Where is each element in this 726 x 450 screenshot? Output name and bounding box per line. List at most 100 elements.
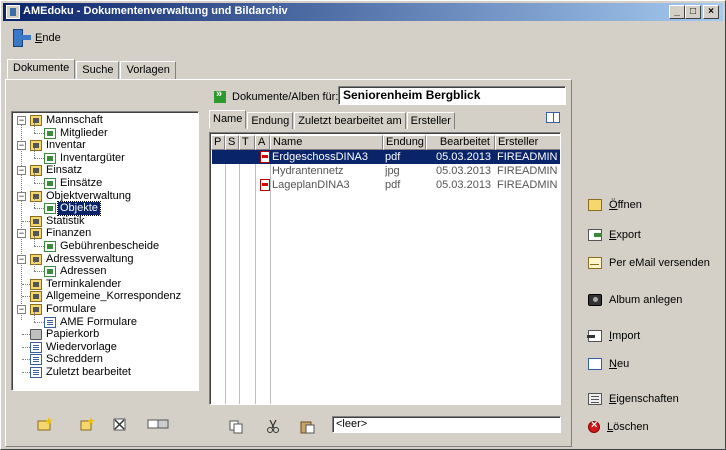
tree-item[interactable]: Statistik	[12, 215, 198, 228]
collapse-toggle-icon[interactable]: −	[17, 305, 26, 314]
green-arrow-icon	[214, 88, 226, 103]
file-ext: pdf	[385, 179, 401, 191]
tree-item[interactable]: Einsätze	[12, 173, 198, 190]
col-bearbeitet[interactable]: Bearbeitet	[426, 135, 495, 150]
tree-item[interactable]: Objekte	[12, 198, 198, 217]
rename-field-icon[interactable]	[147, 419, 169, 433]
tree-item[interactable]: Adressen	[12, 261, 198, 278]
tree-item[interactable]: Papierkorb	[12, 328, 198, 341]
file-creator: FIREADMIN	[497, 165, 558, 177]
tree-item[interactable]: − Mannschaft	[12, 114, 198, 127]
new-folder-icon[interactable]	[37, 417, 53, 431]
tree-item[interactable]: AME Formulare	[12, 311, 198, 329]
category-tree[interactable]: − Mannschaft Mitglieder − Inventar Inventargü…	[11, 111, 199, 391]
properties-icon	[588, 393, 602, 405]
filter-field[interactable]: <leer>	[332, 416, 561, 433]
tree-item[interactable]: − Finanzen	[12, 227, 198, 240]
email-button[interactable]: Per eMail versenden	[588, 255, 710, 271]
tab-dokumente[interactable]: Dokumente	[7, 59, 76, 79]
folder-icon	[30, 278, 42, 290]
main-tabs: Dokumente Suche Vorlagen	[7, 59, 177, 79]
tree-item[interactable]: − Formulare	[12, 303, 198, 316]
paste-icon[interactable]	[300, 420, 316, 434]
close-button[interactable]: ×	[703, 5, 719, 19]
file-ext: pdf	[385, 151, 401, 163]
tree-item-label: Einsätze	[60, 177, 103, 189]
maximize-button[interactable]: □	[685, 5, 701, 19]
tab-suche[interactable]: Suche	[76, 61, 120, 79]
child-icon	[44, 127, 56, 139]
col-ersteller[interactable]: Ersteller	[495, 135, 560, 150]
file-date: 05.03.2013	[436, 151, 492, 163]
scissors-icon[interactable]	[265, 419, 281, 434]
pdf-file-icon	[260, 179, 270, 191]
minimize-button[interactable]: _	[669, 5, 685, 19]
neu-button[interactable]: Neu	[588, 356, 629, 372]
tree-item[interactable]: Terminkalender	[12, 278, 198, 291]
file-list[interactable]: P S T A Name Endung Bearbeitet Ersteller…	[209, 132, 561, 405]
file-date: 05.03.2013	[436, 165, 492, 177]
tree-item-label: Schreddern	[46, 353, 103, 366]
folder-icon	[30, 228, 42, 240]
collapse-toggle-icon[interactable]: −	[17, 191, 26, 201]
tree-item[interactable]: Mitglieder	[12, 122, 198, 140]
tree-item[interactable]: Schreddern	[12, 353, 198, 366]
import-button[interactable]: Import	[587, 328, 641, 344]
tree-item[interactable]: Inventargüter	[12, 147, 198, 165]
album-button[interactable]: Album anlegen	[588, 292, 682, 308]
collapse-toggle-icon[interactable]: −	[17, 116, 26, 125]
loeschen-button[interactable]: Löschen	[588, 419, 649, 435]
table-row[interactable]: ErdgeschossDINA3 pdf 05.03.2013 FIREADMI…	[212, 150, 560, 164]
email-label: Per eMail versenden	[609, 257, 710, 269]
window-title: AMEdoku - Dokumentenverwaltung und Bilda…	[23, 5, 288, 17]
new-item-icon[interactable]	[79, 417, 95, 431]
col-p[interactable]: P	[211, 135, 225, 150]
table-row[interactable]: LageplanDINA3 pdf 05.03.2013 FIREADMIN	[212, 178, 560, 192]
export-button[interactable]: Export	[588, 227, 641, 243]
file-creator: FIREADMIN	[497, 151, 558, 163]
file-name: LageplanDINA3	[272, 179, 350, 191]
eigenschaften-button[interactable]: Eigenschaften	[588, 391, 679, 407]
folder-icon	[30, 165, 42, 177]
app-icon[interactable]	[6, 5, 20, 19]
tree-item[interactable]: − Objektverwaltung	[12, 190, 198, 203]
tree-item-label: Objektverwaltung	[46, 189, 131, 202]
collapse-toggle-icon[interactable]: −	[17, 229, 26, 239]
title-bar[interactable]: AMEdoku - Dokumentenverwaltung und Bilda…	[3, 3, 723, 21]
col-name[interactable]: Name	[270, 135, 383, 150]
tree-item[interactable]: Wiedervorlage	[12, 341, 198, 354]
col-s[interactable]: S	[225, 135, 239, 150]
col-endung[interactable]: Endung	[383, 135, 426, 150]
tree-item[interactable]: Gebührenbescheide	[12, 236, 198, 253]
book-icon[interactable]	[546, 112, 560, 123]
camera-icon	[588, 294, 602, 306]
page-icon	[44, 316, 56, 328]
copy-icon[interactable]	[229, 420, 245, 434]
delete-node-icon[interactable]	[112, 417, 128, 431]
col-t[interactable]: T	[239, 135, 255, 150]
folder-icon	[30, 304, 42, 315]
tree-item[interactable]: Zuletzt bearbeitet	[12, 366, 198, 379]
loeschen-label: Löschen	[607, 421, 649, 433]
tree-item[interactable]: − Einsatz	[12, 164, 198, 177]
ende-button[interactable]: Ende	[11, 27, 61, 49]
eigenschaften-label: Eigenschaften	[609, 393, 679, 405]
tab-name[interactable]: Name	[209, 110, 247, 129]
ende-label: Ende	[35, 32, 61, 44]
oeffnen-button[interactable]: Öffnen	[588, 197, 642, 213]
collapse-toggle-icon[interactable]: −	[17, 141, 26, 151]
tree-item[interactable]: − Inventar	[12, 139, 198, 152]
tab-endung[interactable]: Endung	[247, 112, 294, 129]
import-label: Import	[609, 330, 641, 342]
table-row[interactable]: Hydrantennetz jpg 05.03.2013 FIREADMIN	[212, 164, 560, 178]
collapse-toggle-icon[interactable]: −	[17, 166, 26, 176]
dokalben-field[interactable]: Seniorenheim Bergblick	[338, 86, 566, 105]
col-a[interactable]: A	[255, 135, 270, 150]
new-document-icon	[588, 358, 602, 370]
tab-ersteller[interactable]: Ersteller	[406, 112, 455, 129]
tree-item[interactable]: Allgemeine_Korrespondenz	[12, 290, 198, 303]
tree-item[interactable]: − Adressverwaltung	[12, 253, 198, 266]
tab-zuletzt-bearbeitet[interactable]: Zuletzt bearbeitet am	[294, 112, 406, 129]
collapse-toggle-icon[interactable]: −	[17, 254, 26, 264]
tab-vorlagen[interactable]: Vorlagen	[120, 61, 176, 79]
